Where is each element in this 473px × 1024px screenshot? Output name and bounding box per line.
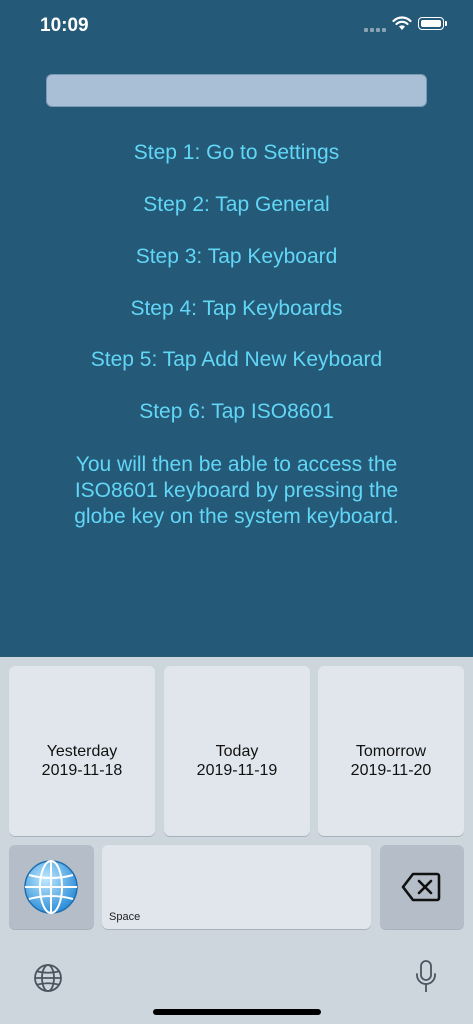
date-text-field[interactable]: [46, 74, 427, 107]
wifi-icon: [392, 16, 412, 30]
instructions-line: You will then be able to access the: [75, 453, 398, 476]
step-6-text: Step 6: Tap ISO8601: [139, 400, 334, 423]
backspace-icon: [401, 872, 441, 902]
microphone-icon[interactable]: [414, 959, 438, 995]
step-3-text: Step 3: Tap Keyboard: [135, 245, 338, 268]
today-label: Today: [215, 743, 259, 760]
battery-icon: [418, 17, 447, 30]
home-indicator: [153, 1009, 321, 1015]
today-date: 2019-11-19: [196, 762, 278, 779]
space-key-label: Space: [109, 911, 141, 923]
instructions-text: You will then be able to access the ISO8…: [0, 452, 473, 530]
yesterday-date: 2019-11-18: [41, 762, 123, 779]
yesterday-key[interactable]: Yesterday 2019-11-18: [9, 666, 155, 836]
step-4-text: Step 4: Tap Keyboards: [130, 297, 343, 320]
instructions-line: ISO8601 keyboard by pressing the: [74, 479, 399, 502]
cellular-signal-icon: [364, 28, 386, 32]
status-bar: 10:09: [0, 0, 473, 52]
globe-emoji-icon: [24, 860, 78, 914]
instructions-line: globe key on the system keyboard.: [74, 505, 399, 528]
yesterday-label: Yesterday: [46, 743, 118, 760]
tomorrow-key[interactable]: Tomorrow 2019-11-20: [318, 666, 464, 836]
globe-icon[interactable]: [33, 963, 63, 993]
step-2-text: Step 2: Tap General: [143, 193, 330, 216]
status-time: 10:09: [40, 15, 89, 36]
today-key[interactable]: Today 2019-11-19: [164, 666, 310, 836]
tomorrow-date: 2019-11-20: [350, 762, 432, 779]
step-5-text: Step 5: Tap Add New Keyboard: [90, 348, 383, 371]
step-1-text: Step 1: Go to Settings: [133, 141, 340, 164]
space-key[interactable]: Space: [102, 845, 371, 929]
next-keyboard-button[interactable]: [9, 845, 94, 929]
custom-keyboard: Yesterday 2019-11-18 Today 2019-11-19 To…: [0, 657, 473, 1024]
backspace-key[interactable]: [380, 845, 464, 929]
tomorrow-label: Tomorrow: [355, 743, 427, 760]
